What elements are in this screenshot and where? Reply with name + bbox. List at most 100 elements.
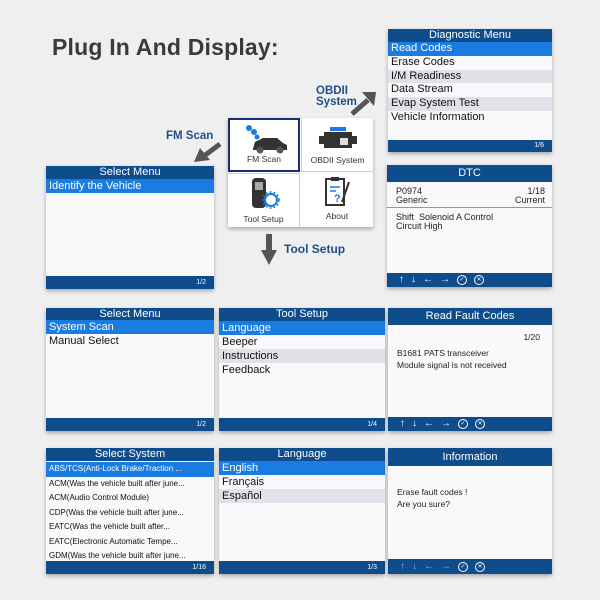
- screen-select-menu-1: Select Menu 1/2 Identify the Vehicle: [46, 166, 214, 289]
- menu-label: About: [325, 211, 349, 221]
- screen-title: Information: [388, 448, 552, 466]
- down-arrow-icon[interactable]: ↓: [412, 559, 417, 574]
- cancel-icon[interactable]: ✕: [474, 275, 484, 285]
- menu-item[interactable]: ABS/TCS(Anti-Lock Brake/Traction ...: [46, 462, 214, 477]
- dtc-status: Current: [514, 195, 545, 205]
- screen-footer: ↑ ↓ ← → ✓ ✕: [387, 273, 552, 287]
- menu-item[interactable]: Language: [219, 321, 385, 335]
- screen-select-system: Select System 1/16 ABS/TCS(Anti-Lock Brake…: [46, 448, 214, 574]
- menu-label: OBDII System: [310, 155, 365, 165]
- menu-item[interactable]: I/M Readiness: [388, 69, 552, 84]
- dtc-category: Generic: [396, 195, 428, 205]
- right-arrow-icon[interactable]: →: [441, 559, 451, 574]
- message-line: Are you sure?: [397, 499, 450, 509]
- screen-footer: 1/4: [219, 418, 385, 431]
- menu-item[interactable]: Instructions: [219, 349, 385, 363]
- screen-information: Information ↑ ↓ ← → ✓ ✕ Erase fault codes ! Are …: [388, 448, 552, 574]
- down-arrow-icon[interactable]: ↓: [412, 417, 417, 431]
- screen-footer: 1/2: [46, 276, 214, 289]
- confirm-icon[interactable]: ✓: [458, 561, 468, 572]
- menu-item[interactable]: CDP(Was the vehicle built after june...: [46, 506, 214, 521]
- screen-title: Tool Setup: [219, 308, 385, 321]
- tool-setup-callout: Tool Setup: [284, 242, 346, 256]
- page-indicator: 1/2: [196, 421, 206, 428]
- menu-item[interactable]: ACM(Was the vehicle built after june...: [46, 477, 214, 492]
- screen-language: Language 1/3 English Français Español: [219, 448, 385, 574]
- divider: [387, 207, 552, 208]
- up-arrow-icon[interactable]: ↑: [400, 417, 405, 431]
- menu-label: Tool Setup: [243, 214, 284, 224]
- screen-footer: 1/6: [388, 140, 552, 152]
- menu-item[interactable]: Español: [219, 489, 385, 503]
- page-indicator: 1/16: [192, 564, 206, 571]
- menu-item[interactable]: GDM(Was the vehicle built after june...: [46, 549, 214, 564]
- menu-about[interactable]: ? About: [301, 173, 373, 227]
- message-line: B1681 PATS transceiver: [397, 348, 489, 358]
- screen-title: Language: [219, 448, 385, 461]
- up-arrow-icon[interactable]: ↑: [400, 559, 405, 574]
- engine-icon: [318, 127, 357, 148]
- clipboard-question-icon: ?: [325, 177, 350, 206]
- menu-item[interactable]: Identify the Vehicle: [46, 179, 214, 193]
- car-icon: [246, 125, 287, 154]
- menu-item[interactable]: EATC(Electronic Automatic Tempe...: [46, 535, 214, 550]
- screen-footer: ↑ ↓ ← → ✓ ✕: [388, 417, 552, 431]
- up-arrow-icon[interactable]: ↑: [399, 273, 404, 287]
- screen-select-menu-2: Select Menu 1/2 System Scan Manual Select: [46, 308, 214, 431]
- menu-item[interactable]: Erase Codes: [388, 56, 552, 70]
- screen-title: Read Fault Codes: [388, 308, 552, 325]
- screen-title: Select System: [46, 448, 214, 461]
- menu-tool-setup[interactable]: Tool Setup: [228, 173, 300, 227]
- screen-diagnostic-menu: Diagnostic Menu 1/6 Read Codes Erase Codes I…: [388, 29, 552, 152]
- cancel-icon[interactable]: ✕: [475, 561, 485, 572]
- menu-item[interactable]: EATC(Was the vehicle built after...: [46, 520, 214, 535]
- arrow-down-icon: [261, 234, 277, 265]
- left-arrow-icon[interactable]: ←: [424, 559, 434, 574]
- page-indicator: 1/3: [367, 564, 377, 571]
- screen-footer: 1/3: [219, 561, 385, 574]
- screen-dtc: DTC ↑ ↓ ← → ✓ ✕ P0974 Generic 1/18 Current Shift So…: [387, 165, 552, 287]
- left-arrow-icon[interactable]: ←: [424, 417, 434, 431]
- left-arrow-icon[interactable]: ←: [423, 273, 433, 287]
- screen-tool-setup: Tool Setup 1/4 Language Beeper Instructions F…: [219, 308, 385, 431]
- menu-item[interactable]: System Scan: [46, 320, 214, 334]
- screen-footer: ↑ ↓ ← → ✓ ✕: [388, 559, 552, 574]
- cancel-icon[interactable]: ✕: [475, 419, 485, 429]
- menu-item[interactable]: Manual Select: [46, 334, 214, 348]
- menu-item[interactable]: Français: [219, 475, 385, 489]
- screen-title: Diagnostic Menu: [388, 29, 552, 42]
- message-line: Erase fault codes !: [397, 487, 468, 497]
- screen-footer: 1/2: [46, 418, 214, 431]
- menu-item[interactable]: Evap System Test: [388, 97, 552, 111]
- menu-item[interactable]: Feedback: [219, 363, 385, 377]
- menu-obdii-system[interactable]: OBDII System: [301, 118, 373, 172]
- menu-item[interactable]: English: [219, 461, 385, 475]
- screen-title: Select Menu: [46, 308, 214, 320]
- page-indicator: 1/2: [196, 279, 206, 286]
- menu-fm-scan[interactable]: FM Scan: [228, 118, 300, 172]
- arrow-up-right-icon: [350, 92, 376, 116]
- svg-text:?: ?: [334, 193, 341, 205]
- nav-buttons: ↑ ↓ ← → ✓ ✕: [400, 417, 485, 431]
- menu-label: FM Scan: [246, 154, 281, 164]
- page-indicator: 1/4: [367, 421, 377, 428]
- menu-item[interactable]: ACM(Audio Control Module): [46, 491, 214, 506]
- scanner-gear-icon: [251, 178, 280, 209]
- main-menu-grid: FM Scan OBDII System Tool Setup ? About: [228, 118, 373, 227]
- right-arrow-icon[interactable]: →: [440, 273, 450, 287]
- confirm-icon[interactable]: ✓: [458, 419, 468, 429]
- arrow-down-left-icon: [194, 142, 222, 162]
- down-arrow-icon[interactable]: ↓: [411, 273, 416, 287]
- screen-read-fault-codes: Read Fault Codes ↑ ↓ ← → ✓ ✕ 1/20 B1681 PATS tra…: [388, 308, 552, 431]
- message-line: Module signal is not received: [397, 360, 507, 370]
- page-heading: Plug In And Display:: [52, 34, 279, 60]
- confirm-icon[interactable]: ✓: [457, 275, 467, 285]
- menu-item[interactable]: Read Codes: [388, 42, 552, 56]
- dtc-description: Shift Solenoid A Control Circuit High: [396, 212, 494, 231]
- screen-title: Select Menu: [46, 166, 214, 179]
- right-arrow-icon[interactable]: →: [441, 417, 451, 431]
- menu-item[interactable]: Beeper: [219, 335, 385, 349]
- menu-item[interactable]: Data Stream: [388, 83, 552, 97]
- fault-count: 1/20: [523, 332, 540, 342]
- menu-item[interactable]: Vehicle Information: [388, 111, 552, 125]
